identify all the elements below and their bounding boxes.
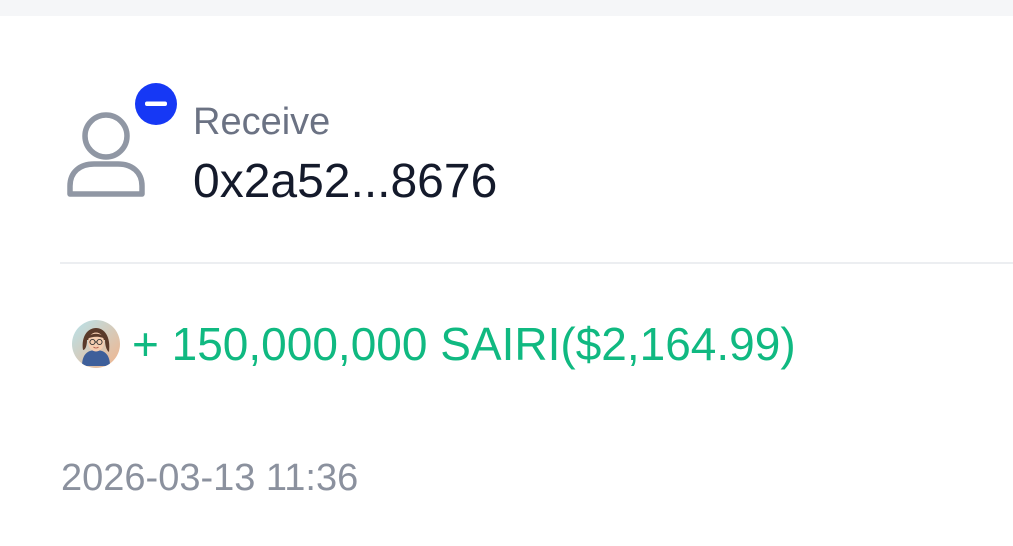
transaction-type-label: Receive <box>193 101 331 143</box>
counterparty-address[interactable]: 0x2a52...8676 <box>193 156 497 208</box>
transaction-timestamp: 2026-03-13 11:36 <box>61 457 359 499</box>
minus-circle-icon <box>135 83 177 125</box>
token-amount-row: + 150,000,000 SAIRI($2,164.99) <box>72 316 796 372</box>
counterparty-avatar <box>62 82 178 202</box>
divider <box>60 262 1013 264</box>
token-avatar-icon <box>72 320 120 368</box>
transaction-detail-card: Receive 0x2a52...8676 + 150,000,000 SAIR… <box>0 16 1013 546</box>
top-strip <box>0 0 1013 16</box>
transfer-amount: + 150,000,000 SAIRI($2,164.99) <box>132 318 796 370</box>
